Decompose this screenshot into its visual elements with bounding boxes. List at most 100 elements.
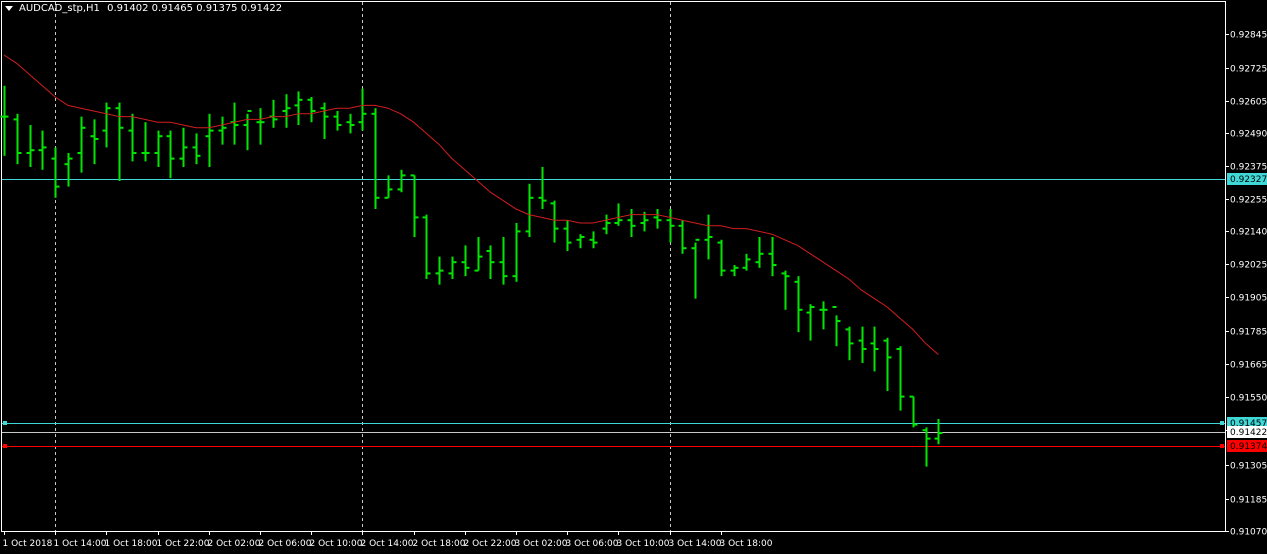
- ohlc-bar: [218, 116, 227, 145]
- level-sell-handle-left[interactable]: [3, 444, 7, 448]
- ohlc-bar: [410, 174, 419, 237]
- x-tick-label: 1 Oct 2018: [3, 539, 53, 549]
- ohlc-bar: [909, 395, 918, 428]
- ohlc-bar: [51, 147, 60, 198]
- ohlc-bar: [819, 301, 828, 330]
- ohlc-bar: [128, 113, 137, 162]
- ohlc-bar: [230, 102, 239, 145]
- ohlc-bar: [90, 119, 99, 165]
- y-tick-label: 0.92375: [1230, 163, 1267, 173]
- ohlc-bar: [602, 214, 611, 235]
- ohlc-bar: [627, 209, 636, 237]
- ohlc-bar: [474, 237, 483, 272]
- x-tick-label: 2 Oct 10:00: [310, 539, 363, 549]
- y-tick-label: 0.91550: [1230, 394, 1267, 404]
- x-tick-label: 3 Oct 06:00: [566, 539, 619, 549]
- ohlc-bar: [192, 133, 201, 165]
- y-tick-label: 0.92140: [1230, 228, 1267, 238]
- ohlc-bar: [179, 127, 188, 167]
- ohlc-bar: [755, 237, 764, 268]
- level-ask-handle-left[interactable]: [3, 421, 7, 425]
- ohlc-bar: [704, 214, 713, 260]
- ohlc-bar: [742, 253, 751, 271]
- x-tick-label: 2 Oct 18:00: [413, 539, 466, 549]
- y-tick-label: 0.91665: [1230, 361, 1267, 371]
- ohlc-bar: [768, 237, 777, 277]
- ohlc-bar: [282, 94, 291, 128]
- ohlc-bar: [294, 91, 303, 125]
- ohlc-bar: [13, 113, 22, 165]
- ohlc-bar: [653, 209, 662, 229]
- ohlc-bar: [896, 346, 905, 411]
- ohlc-bar: [691, 238, 700, 299]
- ohlc-bar: [550, 200, 559, 243]
- level-sell-handle-right[interactable]: [1220, 444, 1224, 448]
- ohlc-bar: [26, 125, 35, 167]
- ohlc-bar: [461, 245, 470, 277]
- y-tick-label: 0.92845: [1230, 31, 1267, 41]
- dropdown-triangle-icon[interactable]: [5, 5, 13, 11]
- x-tick-label: 1 Oct 18:00: [105, 539, 158, 549]
- ohlc-bar: [166, 130, 175, 179]
- ohlc-bar: [115, 102, 124, 181]
- ohlc-bar: [666, 209, 675, 243]
- ohlc-bar: [832, 306, 841, 347]
- ohlc-bar: [589, 231, 598, 249]
- y-tick-label: 0.92605: [1230, 98, 1267, 108]
- ohlc-bar: [845, 326, 854, 361]
- ohlc-bar: [858, 326, 867, 363]
- symbol-label: AUDCAD_stp,H1: [19, 3, 100, 14]
- level-upper-tag-label: 0.92327: [1230, 175, 1267, 185]
- x-tick-label: 2 Oct 02:00: [208, 539, 261, 549]
- level-ask-handle-right[interactable]: [1220, 421, 1224, 425]
- ohlc-bar: [486, 245, 495, 279]
- ohlc-bar: [333, 111, 342, 131]
- x-tick-label: 3 Oct 18:00: [720, 539, 773, 549]
- ohlc-bar: [64, 153, 73, 187]
- ohlc-bar: [371, 108, 380, 209]
- ohlc-bar: [256, 108, 265, 145]
- y-tick-label: 0.91070: [1230, 528, 1267, 538]
- y-tick-label: 0.92025: [1230, 261, 1267, 271]
- ohlc-bar: [934, 419, 943, 445]
- x-tick-label: 1 Oct 14:00: [54, 539, 107, 549]
- y-tick-label: 0.91905: [1230, 294, 1267, 304]
- ohlc-bar: [794, 276, 803, 333]
- ohlc-bar: [576, 234, 585, 249]
- level-current-tag-label: 0.91422: [1230, 428, 1267, 438]
- ohlc-readout: 0.91402 0.91465 0.91375 0.91422: [107, 3, 283, 14]
- ohlc-bar: [269, 99, 278, 128]
- ohlc-bar: [346, 113, 355, 134]
- ohlc-bar: [781, 270, 790, 310]
- ohlc-bar: [538, 167, 547, 209]
- ohlc-bar: [806, 304, 815, 341]
- ohlc-bar: [717, 239, 726, 277]
- level-sell-tag-label: 0.91374: [1230, 442, 1267, 452]
- ohlc-bar: [320, 102, 329, 139]
- ohlc-bar: [243, 110, 252, 151]
- ohlc-bar: [307, 97, 316, 123]
- x-tick-label: 2 Oct 14:00: [361, 539, 414, 549]
- ohlc-bar: [102, 102, 111, 148]
- plot-frame: [1, 1, 1226, 532]
- x-tick-label: 1 Oct 22:00: [157, 539, 210, 549]
- ohlc-bar: [883, 337, 892, 391]
- ohlc-bar: [154, 130, 163, 167]
- ohlc-bar: [448, 256, 457, 279]
- y-tick-label: 0.92490: [1230, 130, 1267, 140]
- x-tick-label: 3 Oct 02:00: [515, 539, 568, 549]
- chart-header: AUDCAD_stp,H1 0.91402 0.91465 0.91375 0.…: [5, 3, 282, 14]
- x-tick-label: 2 Oct 22:00: [464, 539, 517, 549]
- ohlc-bar: [678, 220, 687, 254]
- ohlc-bar: [563, 220, 572, 251]
- ohlc-bar: [205, 113, 214, 167]
- ohlc-bar: [384, 175, 393, 199]
- chart-window: 0.92845 0.92725 0.92605 0.92490 0.92375 0.922…: [0, 0, 1267, 554]
- ohlc-bar: [614, 203, 623, 226]
- price-chart[interactable]: 0.92845 0.92725 0.92605 0.92490 0.92375 0.922…: [0, 0, 1267, 554]
- y-tick-label: 0.92725: [1230, 65, 1267, 75]
- ohlc-bar: [397, 169, 406, 193]
- ohlc-bar: [512, 223, 521, 282]
- ohlc-bar: [422, 214, 431, 279]
- ohlc-bar: [499, 237, 508, 285]
